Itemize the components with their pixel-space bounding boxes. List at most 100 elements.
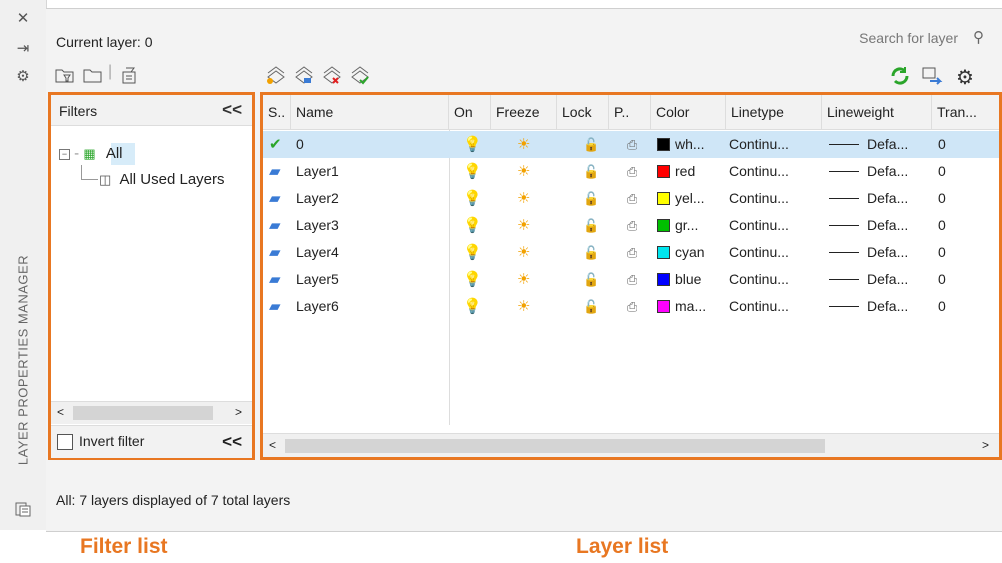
sun-icon[interactable]: ☀ [517, 158, 530, 185]
sun-icon[interactable]: ☀ [517, 131, 530, 158]
layer-name[interactable]: Layer2 [296, 185, 339, 212]
scroll-thumb[interactable] [285, 439, 825, 453]
layer-row[interactable]: ▰ Layer3 💡 ☀ 🔓 ⎙ gr... Continu... Defa... 0 [263, 212, 999, 239]
layer-row[interactable]: ▰ Layer2 💡 ☀ 🔓 ⎙ yel... Continu... Defa... 0 [263, 185, 999, 212]
linetype[interactable]: Continu... [729, 239, 819, 266]
color-swatch[interactable] [657, 273, 670, 286]
delete-layer-icon[interactable] [320, 65, 342, 85]
layer-row[interactable]: ▰ Layer5 💡 ☀ 🔓 ⎙ blue Continu... Defa... 0 [263, 266, 999, 293]
lineweight[interactable]: Defa... [867, 131, 927, 158]
collapse-filter-pane-button[interactable]: << [222, 100, 242, 120]
new-layer-vp-frozen-icon[interactable] [292, 65, 314, 85]
sun-icon[interactable]: ☀ [517, 212, 530, 239]
transparency[interactable]: 0 [938, 185, 946, 212]
layer-row[interactable]: ▰ Layer4 💡 ☀ 🔓 ⎙ cyan Continu... Defa... 0 [263, 239, 999, 266]
search-input[interactable]: Search for layer ⚲ [794, 27, 994, 49]
printer-icon[interactable]: ⎙ [627, 158, 637, 185]
layer-horizontal-scrollbar[interactable]: < > [263, 433, 999, 457]
color-swatch[interactable] [657, 300, 670, 313]
lineweight[interactable]: Defa... [867, 212, 927, 239]
refresh-icon[interactable] [888, 65, 912, 87]
color-swatch[interactable] [657, 219, 670, 232]
lineweight[interactable]: Defa... [867, 293, 927, 320]
color-name[interactable]: red [675, 158, 723, 185]
color-name[interactable]: yel... [675, 185, 723, 212]
printer-icon[interactable]: ⎙ [627, 266, 637, 293]
gear-icon[interactable]: ⚙ [956, 65, 974, 90]
color-swatch[interactable] [657, 246, 670, 259]
lightbulb-icon[interactable]: 💡 [463, 212, 482, 239]
layer-name[interactable]: Layer1 [296, 158, 339, 185]
scroll-right-icon[interactable]: > [235, 405, 242, 419]
lineweight[interactable]: Defa... [867, 266, 927, 293]
new-layer-icon[interactable] [264, 65, 286, 85]
layer-manager-icon[interactable] [12, 500, 34, 522]
tree-node-all-used-layers[interactable]: ◫ All Used Layers [99, 171, 225, 188]
autohide-icon[interactable]: ⇥ [12, 38, 34, 60]
column-transparency[interactable]: Tran... [932, 95, 999, 129]
lineweight[interactable]: Defa... [867, 239, 927, 266]
lightbulb-icon[interactable]: 💡 [463, 185, 482, 212]
set-current-icon[interactable] [348, 65, 370, 85]
printer-icon[interactable]: ⎙ [627, 293, 637, 320]
unlocked-padlock-icon[interactable]: 🔓 [583, 131, 599, 158]
color-name[interactable]: ma... [675, 293, 723, 320]
search-icon[interactable]: ⚲ [973, 28, 984, 46]
transparency[interactable]: 0 [938, 158, 946, 185]
printer-icon[interactable]: ⎙ [627, 185, 637, 212]
unlocked-padlock-icon[interactable]: 🔓 [583, 158, 599, 185]
color-swatch[interactable] [657, 165, 670, 178]
color-name[interactable]: wh... [675, 131, 723, 158]
scroll-left-icon[interactable]: < [57, 405, 64, 419]
scroll-right-icon[interactable]: > [982, 438, 989, 452]
layer-name[interactable]: Layer4 [296, 239, 339, 266]
column-status[interactable]: S.. [263, 95, 291, 129]
column-plot[interactable]: P.. [609, 95, 651, 129]
linetype[interactable]: Continu... [729, 212, 819, 239]
transparency[interactable]: 0 [938, 212, 946, 239]
color-swatch[interactable] [657, 138, 670, 151]
column-linetype[interactable]: Linetype [726, 95, 822, 129]
new-property-filter-icon[interactable] [54, 65, 76, 85]
scroll-thumb[interactable] [73, 406, 213, 420]
lightbulb-icon[interactable]: 💡 [463, 158, 482, 185]
filter-horizontal-scrollbar[interactable]: < > [51, 401, 252, 424]
column-name[interactable]: Name [291, 95, 449, 129]
invert-filter-checkbox[interactable] [57, 434, 73, 450]
sun-icon[interactable]: ☀ [517, 293, 530, 320]
layer-settings-icon[interactable] [920, 65, 944, 87]
printer-icon[interactable]: ⎙ [627, 131, 637, 158]
unlocked-padlock-icon[interactable]: 🔓 [583, 293, 599, 320]
color-name[interactable]: cyan [675, 239, 723, 266]
unlocked-padlock-icon[interactable]: 🔓 [583, 185, 599, 212]
lightbulb-icon[interactable]: 💡 [463, 293, 482, 320]
layer-name[interactable]: Layer5 [296, 266, 339, 293]
transparency[interactable]: 0 [938, 266, 946, 293]
linetype[interactable]: Continu... [729, 185, 819, 212]
layer-name[interactable]: 0 [296, 131, 304, 158]
layer-row[interactable]: ✔ 0 💡 ☀ 🔓 ⎙ wh... Continu... Defa... 0 [263, 131, 999, 158]
sun-icon[interactable]: ☀ [517, 185, 530, 212]
column-lineweight[interactable]: Lineweight [822, 95, 932, 129]
collapse-filter-pane-footer-button[interactable]: << [222, 432, 242, 452]
close-icon[interactable]: ✕ [12, 8, 34, 30]
column-lock[interactable]: Lock [557, 95, 609, 129]
lightbulb-icon[interactable]: 💡 [463, 131, 482, 158]
column-on[interactable]: On [449, 95, 491, 129]
linetype[interactable]: Continu... [729, 266, 819, 293]
color-swatch[interactable] [657, 192, 670, 205]
transparency[interactable]: 0 [938, 239, 946, 266]
tree-node-all[interactable]: − - ▦ All [59, 145, 122, 162]
transparency[interactable]: 0 [938, 131, 946, 158]
printer-icon[interactable]: ⎙ [627, 239, 637, 266]
unlocked-padlock-icon[interactable]: 🔓 [583, 212, 599, 239]
lightbulb-icon[interactable]: 💡 [463, 266, 482, 293]
layer-row[interactable]: ▰ Layer6 💡 ☀ 🔓 ⎙ ma... Continu... Defa... 0 [263, 293, 999, 320]
sun-icon[interactable]: ☀ [517, 239, 530, 266]
layer-states-manager-icon[interactable] [120, 65, 142, 85]
layer-name[interactable]: Layer6 [296, 293, 339, 320]
layer-row[interactable]: ▰ Layer1 💡 ☀ 🔓 ⎙ red Continu... Defa... 0 [263, 158, 999, 185]
color-name[interactable]: gr... [675, 212, 723, 239]
transparency[interactable]: 0 [938, 293, 946, 320]
column-freeze[interactable]: Freeze [491, 95, 557, 129]
